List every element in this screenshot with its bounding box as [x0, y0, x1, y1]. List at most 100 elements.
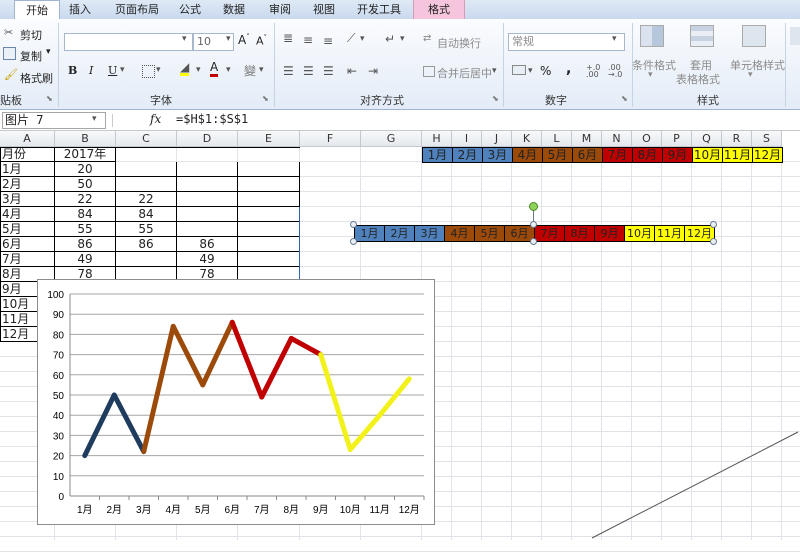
column-header-K[interactable]: K — [512, 131, 542, 147]
tab-insert[interactable]: 插入 — [60, 0, 100, 19]
month-header-cell[interactable]: 6月 — [572, 147, 603, 163]
copy-icon[interactable] — [3, 47, 16, 60]
cell-month[interactable]: 4月 — [0, 207, 55, 222]
align-top-icon[interactable]: ≣ — [283, 31, 293, 45]
cell-e-value[interactable] — [238, 207, 300, 222]
merge-dropdown-icon[interactable]: ▾ — [492, 66, 497, 76]
series-segment[interactable] — [111, 392, 147, 455]
font-size-dropdown-icon[interactable]: ▾ — [226, 34, 231, 44]
cell-b-value[interactable]: 49 — [55, 252, 116, 267]
cell-c-value[interactable]: 22 — [116, 192, 177, 207]
cell-a1[interactable]: 月份 — [0, 147, 55, 162]
cell-b-value[interactable]: 86 — [55, 237, 116, 252]
font-name-combobox[interactable] — [64, 33, 193, 51]
dialog-launcher-icon[interactable]: ⬊ — [46, 94, 53, 103]
column-header-C[interactable]: C — [116, 131, 177, 147]
cell-styles-button[interactable]: 单元格样式 — [730, 57, 785, 73]
cell-c-value[interactable]: 86 — [116, 237, 177, 252]
column-header-M[interactable]: M — [572, 131, 602, 147]
resize-handle-t[interactable] — [530, 221, 537, 228]
number-format-combobox[interactable]: 常规 — [508, 33, 625, 51]
decrease-indent-icon[interactable]: ⇤ — [347, 64, 357, 78]
tab-format[interactable]: 格式 — [413, 0, 465, 19]
align-center-icon[interactable]: ☰ — [303, 64, 314, 78]
currency-icon[interactable] — [512, 65, 526, 75]
percent-button[interactable]: % — [540, 64, 551, 78]
font-name-dropdown-icon[interactable]: ▾ — [182, 34, 187, 44]
cell-month[interactable]: 5月 — [0, 222, 55, 237]
phonetic-icon[interactable]: 變 — [244, 62, 256, 79]
column-header-O[interactable]: O — [632, 131, 662, 147]
cell-c-value[interactable]: 84 — [116, 207, 177, 222]
cell-c-value[interactable] — [116, 252, 177, 267]
resize-handle-tl[interactable] — [350, 221, 357, 228]
cut-button[interactable]: 剪切 — [20, 27, 42, 43]
format-as-table-label2[interactable]: 表格格式 — [676, 71, 720, 87]
align-right-icon[interactable]: ☰ — [323, 64, 334, 78]
increase-decimal-icon[interactable]: +.0.00 — [586, 64, 600, 79]
name-box[interactable]: 图片 7 — [2, 112, 106, 129]
font-color-dropdown-icon[interactable]: ▾ — [226, 65, 231, 75]
month-header-cell[interactable]: 12月 — [752, 147, 783, 163]
cell-d-value[interactable] — [177, 177, 238, 192]
cell-month[interactable]: 6月 — [0, 237, 55, 252]
underline-button[interactable]: U — [108, 64, 117, 77]
column-header-D[interactable]: D — [177, 131, 238, 147]
month-header-cell[interactable]: 1月 — [422, 147, 453, 163]
formula-input[interactable]: =$H$1:$S$1 — [176, 112, 248, 126]
tab-formulas[interactable]: 公式 — [172, 0, 208, 19]
column-header-Q[interactable]: Q — [692, 131, 722, 147]
cell-b-value[interactable]: 84 — [55, 207, 116, 222]
tab-data[interactable]: 数据 — [214, 0, 254, 19]
cells-group-icon[interactable] — [790, 27, 800, 45]
tab-developer[interactable]: 开发工具 — [350, 0, 408, 19]
cell-d-value[interactable] — [177, 192, 238, 207]
resize-handle-b[interactable] — [530, 238, 537, 245]
cell-styles-dropdown-icon[interactable]: ▾ — [748, 70, 753, 80]
wrap-icon[interactable]: ⇄ — [423, 33, 431, 44]
conditional-format-button[interactable]: 条件格式 — [632, 57, 676, 73]
column-header-F[interactable]: F — [300, 131, 361, 147]
orientation-dropdown-icon[interactable]: ▾ — [360, 34, 365, 44]
fill-color-icon[interactable]: ◢ — [180, 61, 190, 76]
cell-c-value[interactable] — [116, 162, 177, 177]
cell-b-value[interactable]: 55 — [55, 222, 116, 237]
cell-styles-icon[interactable] — [742, 25, 766, 47]
number-format-dropdown-icon[interactable]: ▾ — [612, 34, 617, 44]
merge-icon[interactable] — [423, 66, 435, 77]
month-header-cell[interactable]: 2月 — [452, 147, 483, 163]
column-header-E[interactable]: E — [238, 131, 300, 147]
decrease-decimal-icon[interactable]: .00 →.0 — [608, 64, 622, 79]
month-header-cell[interactable]: 5月 — [542, 147, 573, 163]
month-header-cell[interactable]: 11月 — [722, 147, 753, 163]
cell-month[interactable]: 7月 — [0, 252, 55, 267]
series-segment[interactable] — [170, 323, 206, 388]
cell-month[interactable]: 2月 — [0, 177, 55, 192]
cell-month[interactable]: 3月 — [0, 192, 55, 207]
month-header-cell[interactable]: 9月 — [662, 147, 693, 163]
cell-c-value[interactable]: 55 — [116, 222, 177, 237]
cell-b-value[interactable]: 50 — [55, 177, 116, 192]
grow-font-icon[interactable]: A˄ — [238, 33, 250, 47]
column-header-R[interactable]: R — [722, 131, 752, 147]
bold-button[interactable]: B — [68, 64, 77, 77]
series-segment[interactable] — [347, 412, 383, 453]
comma-button[interactable]: , — [566, 61, 571, 77]
italic-button[interactable]: I — [89, 64, 93, 77]
fill-color-dropdown-icon[interactable]: ▾ — [196, 65, 201, 75]
resize-handle-tr[interactable] — [710, 221, 717, 228]
cell-d-value[interactable] — [177, 162, 238, 177]
tab-page-layout[interactable]: 页面布局 — [106, 0, 168, 19]
column-header-I[interactable]: I — [452, 131, 482, 147]
align-left-icon[interactable]: ☰ — [283, 64, 294, 78]
paintbrush-icon[interactable]: 🖌 — [4, 68, 18, 81]
cell-c-value[interactable] — [116, 177, 177, 192]
font-dialog-launcher-icon[interactable]: ⬊ — [262, 94, 269, 103]
column-header-P[interactable]: P — [662, 131, 692, 147]
cell-b1[interactable]: 2017年 — [55, 147, 116, 162]
merge-center-button[interactable]: 合并后居中 — [437, 65, 492, 81]
series-segment[interactable] — [229, 319, 265, 400]
cell-d-value[interactable] — [177, 207, 238, 222]
increase-indent-icon[interactable]: ⇥ — [368, 64, 378, 78]
column-header-H[interactable]: H — [422, 131, 452, 147]
